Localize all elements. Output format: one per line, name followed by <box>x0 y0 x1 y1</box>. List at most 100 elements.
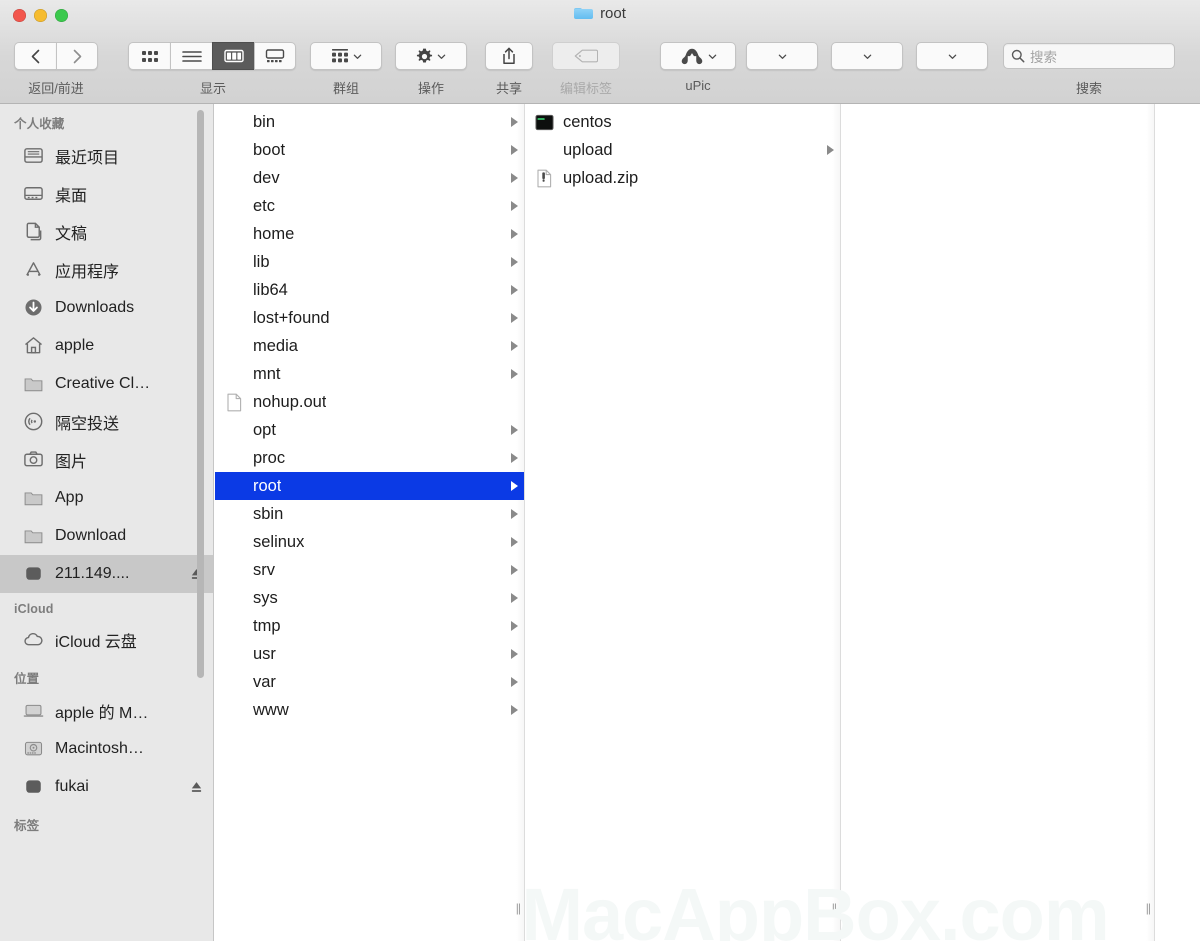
extra-dropdown-3[interactable] <box>916 42 988 70</box>
list-item[interactable]: etc <box>215 192 524 220</box>
column-resize-grip[interactable]: || <box>516 902 521 914</box>
list-view-button[interactable] <box>170 42 212 70</box>
item-label: sbin <box>253 504 284 523</box>
sidebar-item-label: Download <box>55 527 127 544</box>
disclosure-arrow-icon <box>511 509 518 519</box>
disclosure-arrow-icon <box>511 145 518 155</box>
airdrop-icon <box>23 411 45 433</box>
list-item[interactable]: dev <box>215 164 524 192</box>
list-item[interactable]: sys <box>215 584 524 612</box>
folder-icon <box>24 492 43 506</box>
sidebar-item-app[interactable]: App <box>0 479 213 517</box>
list-item[interactable]: var <box>215 668 524 696</box>
column-empty-2[interactable]: || <box>1155 104 1200 941</box>
sidebar[interactable]: 个人收藏 最近项目 桌面 文稿 应用程序 Downloads apple Creative C… <box>0 104 214 941</box>
harddisk-icon <box>23 738 45 760</box>
sidebar-item-label: 211.149.... <box>55 565 130 582</box>
share-caption: 共享 <box>495 81 522 96</box>
list-item[interactable]: media <box>215 332 524 360</box>
list-item[interactable]: srv <box>215 556 524 584</box>
sidebar-item-label: apple 的 M… <box>55 705 149 722</box>
sidebar-item-icloud-云盘[interactable]: iCloud 云盘 <box>0 621 213 659</box>
extra-dropdown-1[interactable] <box>746 42 818 70</box>
list-item[interactable]: centos <box>525 108 840 136</box>
list-item[interactable]: lost+found <box>215 304 524 332</box>
item-label: centos <box>563 112 612 131</box>
forward-button[interactable] <box>56 42 98 70</box>
sidebar-item-label: 桌面 <box>55 188 88 205</box>
share-icon <box>503 47 515 64</box>
column-root-contents[interactable]: centos upload upload.zip || <box>525 104 841 941</box>
applications-icon <box>23 259 45 281</box>
sidebar-item-label: Downloads <box>55 299 135 316</box>
column-view-button[interactable] <box>212 42 254 70</box>
share-button[interactable] <box>485 42 533 70</box>
sidebar-item-图片[interactable]: 图片 <box>0 441 213 479</box>
icon-view-button[interactable] <box>128 42 170 70</box>
disclosure-arrow-icon <box>511 341 518 351</box>
column-empty-1[interactable]: || <box>841 104 1155 941</box>
edit-tags-caption: 编辑标签 <box>559 81 612 96</box>
column-root-listing[interactable]: bin boot dev etc home lib lib64 lost+found media… <box>215 104 525 941</box>
group-button[interactable] <box>310 42 382 70</box>
action-button[interactable] <box>395 42 467 70</box>
list-item[interactable]: sbin <box>215 500 524 528</box>
upic-button[interactable] <box>660 42 736 70</box>
eject-icon[interactable] <box>190 780 203 794</box>
item-label: tmp <box>253 616 281 635</box>
sidebar-item-隔空投送[interactable]: 隔空投送 <box>0 403 213 441</box>
edit-tags-button[interactable] <box>552 42 620 70</box>
item-label: www <box>253 700 289 719</box>
chevron-down-icon <box>948 54 956 59</box>
list-item[interactable]: usr <box>215 640 524 668</box>
list-item[interactable]: bin <box>215 108 524 136</box>
list-item[interactable]: tmp <box>215 612 524 640</box>
sidebar-item-creative-cl[interactable]: Creative Cl… <box>0 365 213 403</box>
sidebar-item-应用程序[interactable]: 应用程序 <box>0 251 213 289</box>
list-item[interactable]: root <box>215 472 524 500</box>
list-item[interactable]: proc <box>215 444 524 472</box>
list-item[interactable]: selinux <box>215 528 524 556</box>
sidebar-item-label: iCloud 云盘 <box>55 634 137 651</box>
extra-dropdown-2[interactable] <box>831 42 903 70</box>
sidebar-scrollbar[interactable] <box>197 110 204 678</box>
nav-buttons <box>14 42 98 70</box>
search-box[interactable]: 搜索 <box>1003 43 1175 69</box>
list-item[interactable]: boot <box>215 136 524 164</box>
sidebar-item-211-149[interactable]: 211.149.... <box>0 555 213 593</box>
disclosure-arrow-icon <box>511 481 518 491</box>
sidebar-item-macintosh[interactable]: Macintosh… <box>0 730 213 768</box>
list-item[interactable]: upload.zip <box>525 164 840 192</box>
item-label: opt <box>253 420 276 439</box>
gallery-view-button[interactable] <box>254 42 296 70</box>
list-item[interactable]: nohup.out <box>215 388 524 416</box>
sidebar-item-桌面[interactable]: 桌面 <box>0 175 213 213</box>
disclosure-arrow-icon <box>511 369 518 379</box>
sidebar-item-apple[interactable]: apple <box>0 327 213 365</box>
item-label: media <box>253 336 298 355</box>
list-item[interactable]: home <box>215 220 524 248</box>
disclosure-arrow-icon <box>511 425 518 435</box>
sidebar-item-文稿[interactable]: 文稿 <box>0 213 213 251</box>
list-item[interactable]: mnt <box>215 360 524 388</box>
sidebar-item-最近项目[interactable]: 最近项目 <box>0 137 213 175</box>
recents-icon <box>24 148 43 163</box>
sidebar-item-downloads[interactable]: Downloads <box>0 289 213 327</box>
sidebar-item-label: apple <box>55 337 95 354</box>
sidebar-section-header: 标签 <box>14 819 40 833</box>
sidebar-item-fukai[interactable]: fukai <box>0 768 213 806</box>
list-item[interactable]: opt <box>215 416 524 444</box>
list-item[interactable]: www <box>215 696 524 724</box>
list-icon <box>181 50 202 62</box>
sidebar-item-apple-的-m[interactable]: apple 的 M… <box>0 692 213 730</box>
column-resize-grip[interactable]: || <box>832 902 837 914</box>
column-resize-grip[interactable]: || <box>1146 902 1151 914</box>
back-button[interactable] <box>14 42 56 70</box>
group-caption: 群组 <box>332 81 359 96</box>
list-item[interactable]: lib64 <box>215 276 524 304</box>
sidebar-item-download[interactable]: Download <box>0 517 213 555</box>
list-item[interactable]: lib <box>215 248 524 276</box>
search-input[interactable]: 搜索 <box>1030 46 1057 66</box>
sidebar-item-label: 应用程序 <box>55 264 120 281</box>
list-item[interactable]: upload <box>525 136 840 164</box>
